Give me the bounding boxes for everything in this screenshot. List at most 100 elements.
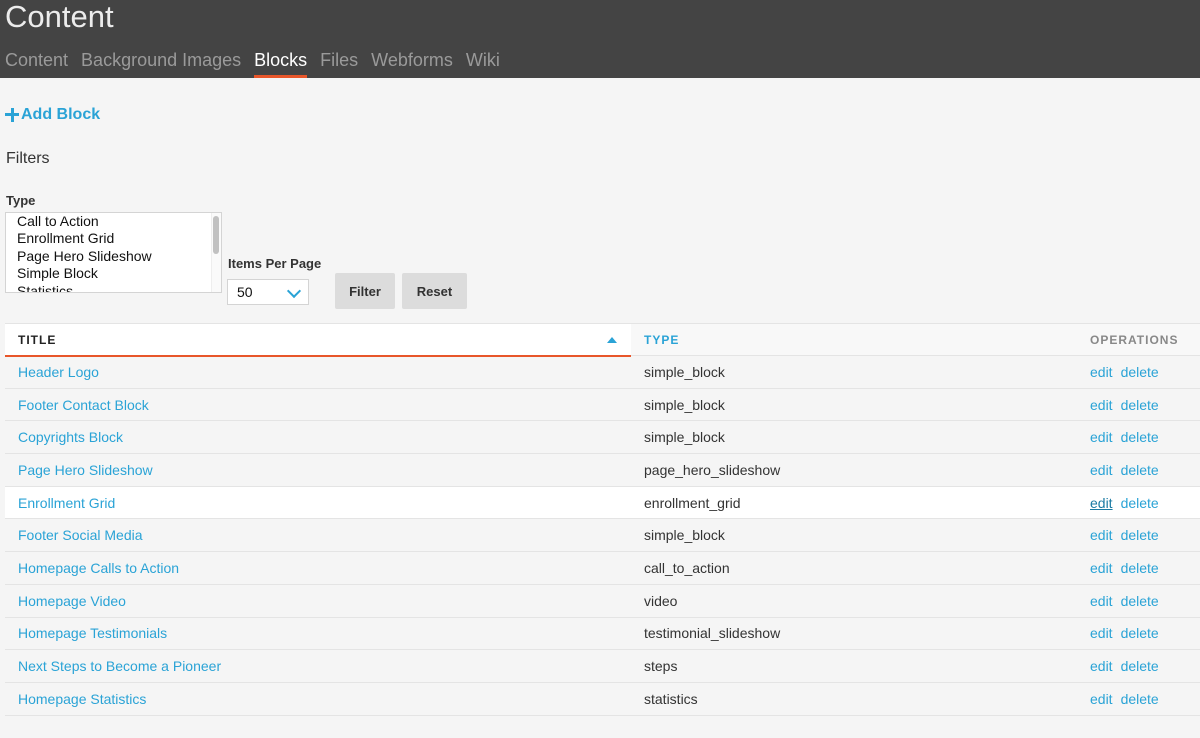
cell-type: enrollment_grid bbox=[644, 494, 741, 511]
cell-type: video bbox=[644, 592, 678, 609]
tab-background-images[interactable]: Background Images bbox=[81, 48, 241, 78]
edit-link[interactable]: edit bbox=[1090, 527, 1113, 543]
block-title-link[interactable]: Homepage Calls to Action bbox=[18, 560, 179, 576]
table-row: Footer Social Media simple_block edit delet… bbox=[5, 519, 1200, 553]
table-header: TITLE TYPE OPERATIONS bbox=[5, 323, 1200, 357]
cell-operations: edit delete bbox=[1077, 421, 1200, 453]
edit-link[interactable]: edit bbox=[1090, 560, 1113, 576]
block-title-link[interactable]: Header Logo bbox=[18, 364, 99, 380]
cell-title: Enrollment Grid bbox=[5, 487, 631, 519]
delete-link[interactable]: delete bbox=[1121, 462, 1159, 478]
block-title-link[interactable]: Footer Contact Block bbox=[18, 397, 149, 413]
cell-operations: edit delete bbox=[1077, 487, 1200, 519]
column-header-title-label: TITLE bbox=[18, 333, 57, 347]
column-header-title[interactable]: TITLE bbox=[5, 324, 631, 357]
table-row: Homepage Statistics statistics edit delete bbox=[5, 683, 1200, 716]
tab-webforms[interactable]: Webforms bbox=[371, 48, 453, 78]
cell-operations: edit delete bbox=[1077, 618, 1200, 650]
block-title-link[interactable]: Homepage Video bbox=[18, 593, 126, 609]
tab-wiki[interactable]: Wiki bbox=[466, 48, 500, 78]
cell-operations: edit delete bbox=[1077, 650, 1200, 682]
delete-link[interactable]: delete bbox=[1121, 560, 1159, 576]
block-title-link[interactable]: Homepage Testimonials bbox=[18, 625, 167, 641]
type-option-page-hero-slideshow[interactable]: Page Hero Slideshow bbox=[6, 248, 221, 265]
table-body: Header Logo simple_block edit delete Footer … bbox=[5, 356, 1200, 716]
tab-files[interactable]: Files bbox=[320, 48, 358, 78]
table-row: Footer Contact Block simple_block edit dele… bbox=[5, 389, 1200, 422]
edit-link[interactable]: edit bbox=[1090, 429, 1113, 445]
items-per-page-value: 50 bbox=[237, 284, 253, 300]
cell-operations: edit delete bbox=[1077, 519, 1200, 551]
cell-title: Copyrights Block bbox=[5, 421, 631, 453]
edit-link[interactable]: edit bbox=[1090, 462, 1113, 478]
table-row: Page Hero Slideshow page_hero_slideshow ed… bbox=[5, 454, 1200, 487]
edit-link[interactable]: edit bbox=[1090, 593, 1113, 609]
filters-heading: Filters bbox=[6, 150, 50, 167]
type-option-enrollment-grid[interactable]: Enrollment Grid bbox=[6, 230, 221, 247]
tab-content[interactable]: Content bbox=[5, 48, 68, 78]
page-header: Content Content Background Images Blocks… bbox=[0, 0, 1200, 78]
cell-type: testimonial_slideshow bbox=[644, 625, 781, 642]
tab-blocks[interactable]: Blocks bbox=[254, 48, 308, 78]
type-select-scrollbar[interactable] bbox=[211, 213, 221, 292]
scrollbar-thumb[interactable] bbox=[213, 216, 219, 254]
cell-type: simple_block bbox=[644, 429, 725, 446]
delete-link[interactable]: delete bbox=[1121, 364, 1159, 380]
block-title-link[interactable]: Page Hero Slideshow bbox=[18, 462, 153, 478]
table-row: Copyrights Block simple_block edit delete bbox=[5, 421, 1200, 455]
block-title-link[interactable]: Homepage Statistics bbox=[18, 691, 146, 707]
delete-link[interactable]: delete bbox=[1121, 658, 1159, 674]
type-option-simple-block[interactable]: Simple Block bbox=[6, 265, 221, 282]
cell-type: page_hero_slideshow bbox=[644, 461, 781, 478]
blocks-table: TITLE TYPE OPERATIONS Header Logo simple_… bbox=[5, 323, 1200, 716]
delete-link[interactable]: delete bbox=[1121, 691, 1159, 707]
cell-operations: edit delete bbox=[1077, 454, 1200, 486]
cell-type: simple_block bbox=[644, 527, 725, 544]
type-option-statistics[interactable]: Statistics bbox=[6, 283, 221, 292]
cell-title: Homepage Video bbox=[5, 585, 631, 617]
cell-operations: edit delete bbox=[1077, 389, 1200, 421]
reset-button[interactable]: Reset bbox=[402, 273, 467, 309]
block-title-link[interactable]: Footer Social Media bbox=[18, 527, 143, 543]
cell-type: simple_block bbox=[644, 363, 725, 380]
edit-link[interactable]: edit bbox=[1090, 658, 1113, 674]
cell-title: Footer Contact Block bbox=[5, 389, 631, 421]
edit-link[interactable]: edit bbox=[1090, 495, 1113, 511]
cell-title: Next Steps to Become a Pioneer bbox=[5, 650, 631, 682]
cell-type: steps bbox=[644, 658, 678, 675]
type-filter-label: Type bbox=[6, 193, 36, 208]
delete-link[interactable]: delete bbox=[1121, 593, 1159, 609]
delete-link[interactable]: delete bbox=[1121, 429, 1159, 445]
cell-title: Header Logo bbox=[5, 356, 631, 388]
sort-ascending-icon bbox=[607, 337, 617, 343]
cell-operations: edit delete bbox=[1077, 552, 1200, 584]
block-title-link[interactable]: Enrollment Grid bbox=[18, 495, 115, 511]
column-header-operations: OPERATIONS bbox=[1090, 333, 1179, 347]
type-multiselect[interactable]: Call to Action Enrollment Grid Page Hero… bbox=[5, 212, 222, 293]
add-block-link[interactable]: Add Block bbox=[5, 106, 100, 124]
edit-link[interactable]: edit bbox=[1090, 364, 1113, 380]
table-row: Enrollment Grid enrollment_grid edit delete bbox=[5, 486, 1200, 520]
items-per-page-select[interactable]: 50 bbox=[227, 279, 309, 305]
delete-link[interactable]: delete bbox=[1121, 495, 1159, 511]
cell-title: Page Hero Slideshow bbox=[5, 454, 631, 486]
filter-button[interactable]: Filter bbox=[335, 273, 395, 309]
delete-link[interactable]: delete bbox=[1121, 397, 1159, 413]
edit-link[interactable]: edit bbox=[1090, 691, 1113, 707]
table-row: Homepage Testimonials testimonial_slidesh… bbox=[5, 618, 1200, 651]
edit-link[interactable]: edit bbox=[1090, 625, 1113, 641]
delete-link[interactable]: delete bbox=[1121, 625, 1159, 641]
cell-type: simple_block bbox=[644, 396, 725, 413]
table-row: Homepage Video video edit delete bbox=[5, 585, 1200, 618]
cell-title: Homepage Calls to Action bbox=[5, 552, 631, 584]
cell-type: call_to_action bbox=[644, 559, 730, 576]
block-title-link[interactable]: Next Steps to Become a Pioneer bbox=[18, 658, 221, 674]
edit-link[interactable]: edit bbox=[1090, 397, 1113, 413]
plus-icon bbox=[5, 108, 19, 122]
type-option-call-to-action[interactable]: Call to Action bbox=[6, 213, 221, 230]
block-title-link[interactable]: Copyrights Block bbox=[18, 429, 123, 445]
delete-link[interactable]: delete bbox=[1121, 527, 1159, 543]
cell-operations: edit delete bbox=[1077, 585, 1200, 617]
column-header-type[interactable]: TYPE bbox=[631, 324, 1077, 356]
cell-type: statistics bbox=[644, 690, 698, 707]
